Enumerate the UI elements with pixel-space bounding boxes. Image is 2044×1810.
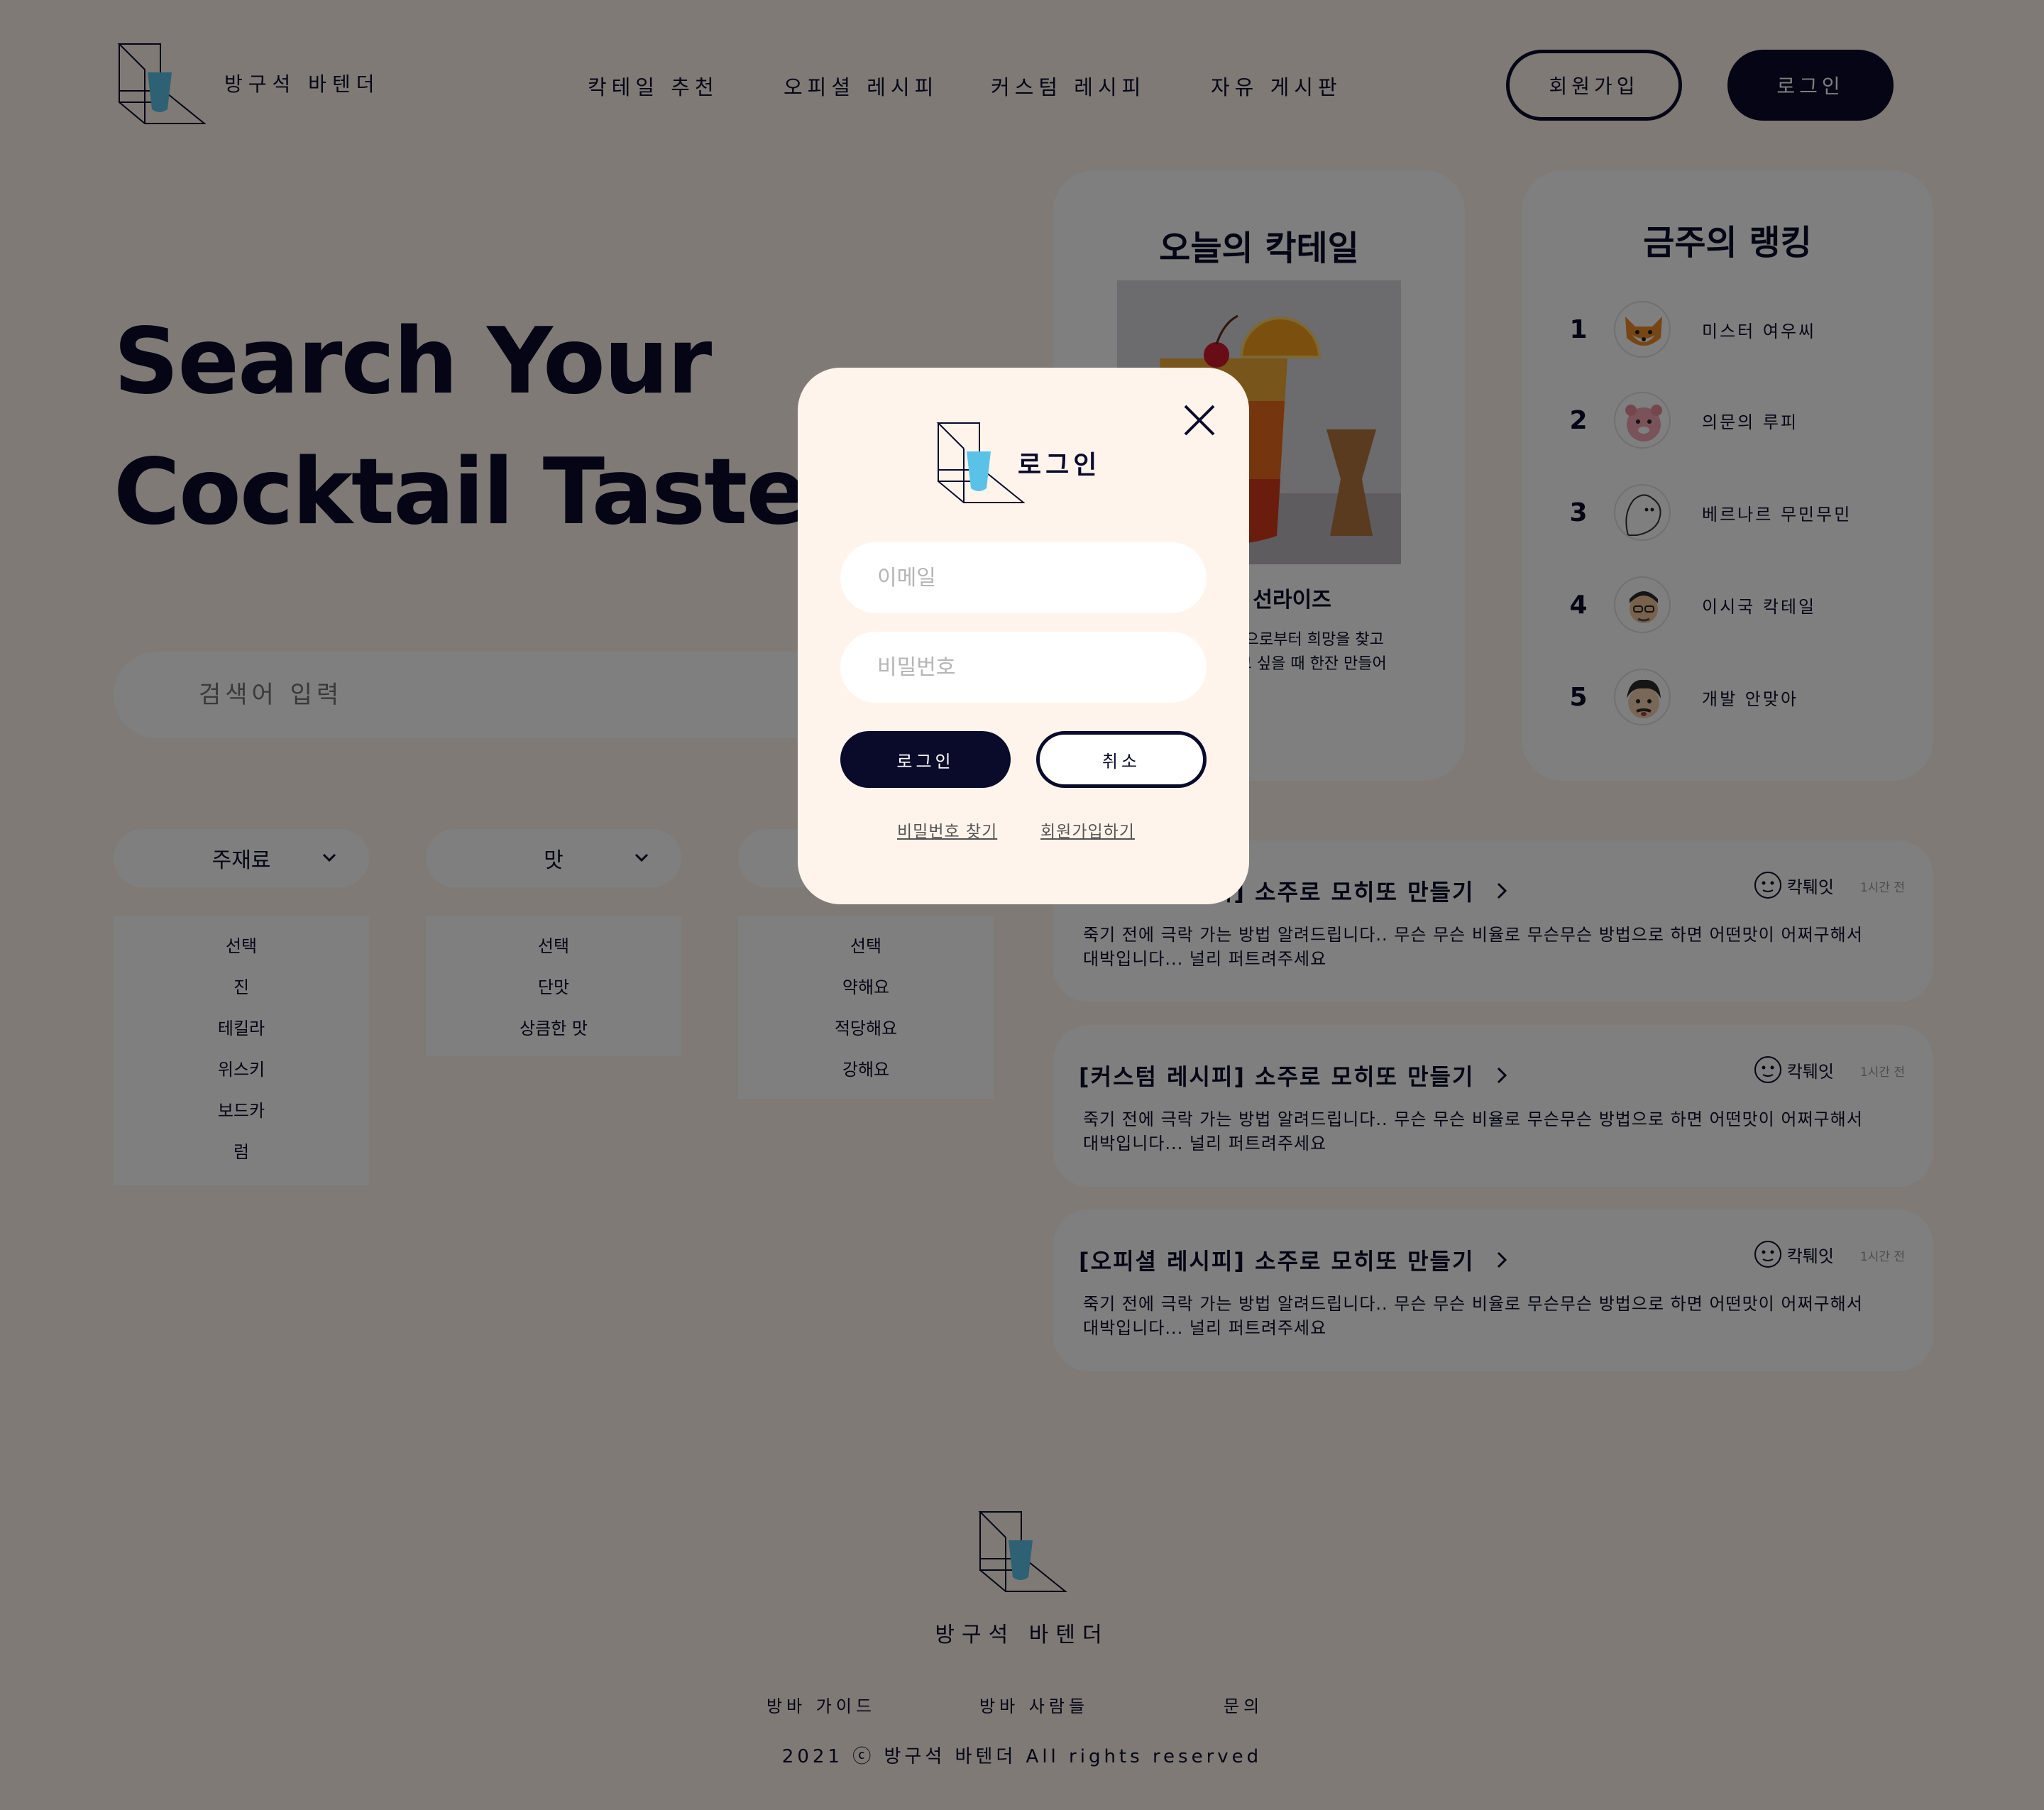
modal-title: 로그인 — [1018, 451, 1101, 480]
password-field[interactable] — [840, 632, 1207, 703]
find-password-link[interactable]: 비밀번호 찾기 — [897, 818, 997, 842]
modal-overlay[interactable] — [0, 0, 2044, 1810]
login-modal: 로그인 로그인 취소 비밀번호 찾기 회원가입하기 — [798, 368, 1249, 904]
email-field[interactable] — [840, 542, 1207, 613]
modal-login-button[interactable]: 로그인 — [840, 731, 1011, 788]
modal-cancel-button[interactable]: 취소 — [1036, 731, 1207, 788]
signup-link[interactable]: 회원가입하기 — [1040, 818, 1135, 842]
close-icon[interactable] — [1181, 402, 1218, 439]
modal-glass-logo-icon — [936, 422, 1025, 503]
